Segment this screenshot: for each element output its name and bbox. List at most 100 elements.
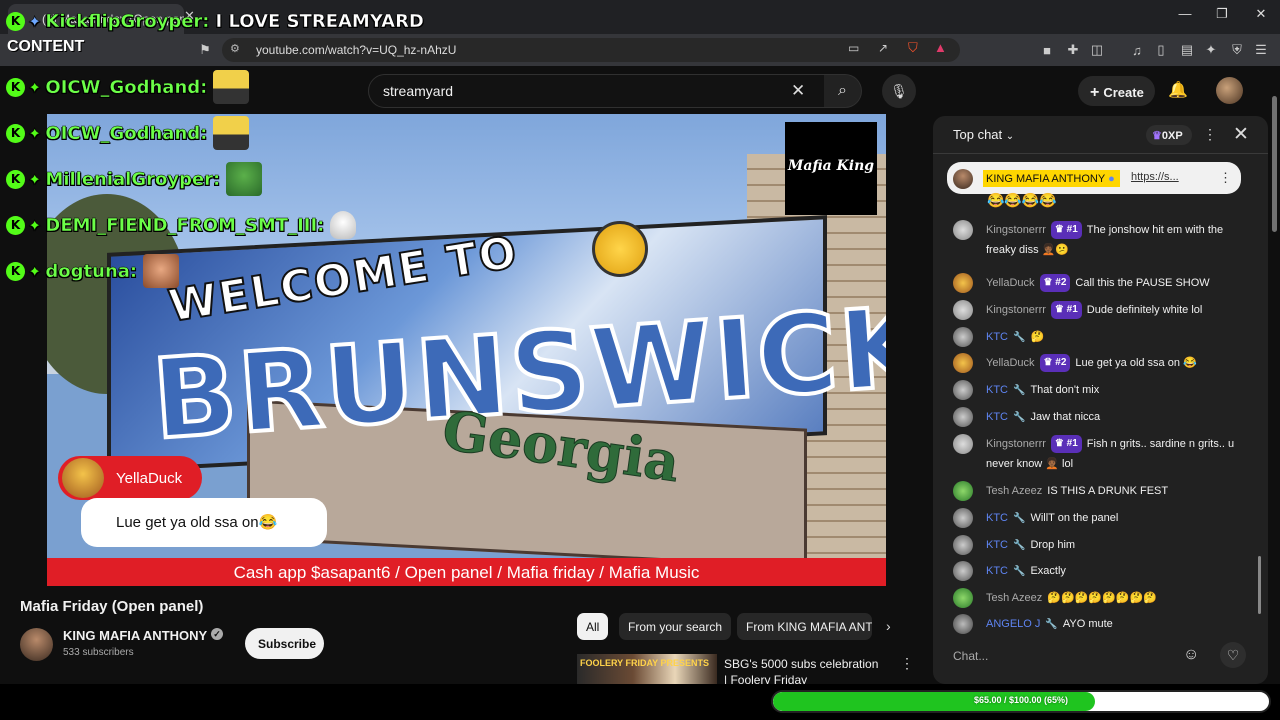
chat-mode-dropdown[interactable]: Top chat ⌄: [953, 127, 1014, 142]
chat-author[interactable]: YellaDuck: [986, 277, 1035, 289]
pinned-link[interactable]: https://s...: [1131, 171, 1179, 183]
gem-badge-icon: ✦: [28, 261, 42, 281]
heart-reaction-button[interactable]: ♡: [1220, 642, 1246, 668]
chat-author[interactable]: KTC: [986, 384, 1008, 396]
pinned-more-icon[interactable]: ⋮: [1219, 170, 1232, 186]
emoji-picker-icon[interactable]: ☺: [1183, 646, 1199, 664]
chat-input[interactable]: Chat...: [953, 646, 1205, 666]
chat-message[interactable]: KTC 🔧 That don't mix: [951, 380, 1251, 401]
minimize-icon[interactable]: —: [1170, 6, 1200, 21]
verified-icon: ●: [1108, 173, 1115, 185]
notifications-bell-icon[interactable]: 🔔: [1168, 80, 1188, 100]
rank-value: #1: [1066, 224, 1078, 236]
chat-author[interactable]: KTC: [986, 331, 1008, 343]
chat-author[interactable]: Kingstonerrr: [986, 304, 1046, 316]
chat-message[interactable]: KTC 🔧 Drop him: [951, 535, 1251, 556]
chat-message-body: KTC 🔧 Drop him: [986, 535, 1251, 556]
window-close-icon[interactable]: ✕: [1246, 6, 1276, 22]
chat-author[interactable]: ANGELO J: [986, 618, 1040, 630]
chat-avatar[interactable]: [953, 481, 973, 501]
extension-icon[interactable]: ■: [1036, 39, 1058, 61]
kick-badge-icon: K: [6, 123, 25, 143]
chat-message[interactable]: ANGELO J 🔧 AYO mute: [951, 614, 1251, 635]
chat-avatar[interactable]: [953, 327, 973, 347]
crown-icon: ♛: [1054, 224, 1067, 236]
chat-more-icon[interactable]: ⋮: [1203, 126, 1217, 143]
brave-shield-icon[interactable]: ⛉: [908, 40, 918, 56]
chat-author[interactable]: Kingstonerrr: [986, 224, 1046, 236]
rank-value: #1: [1066, 304, 1078, 316]
chat-avatar[interactable]: [953, 588, 973, 608]
chat-avatar[interactable]: [953, 220, 973, 240]
chat-author[interactable]: KTC: [986, 565, 1008, 577]
chat-author[interactable]: KTC: [986, 512, 1008, 524]
search-input[interactable]: streamyard ✕: [368, 74, 826, 108]
search-button[interactable]: ⌕: [824, 74, 862, 108]
chat-close-icon[interactable]: ✕: [1233, 123, 1249, 146]
chat-message[interactable]: Tesh Azeez 🤔🤔🤔🤔🤔🤔🤔🤔: [951, 588, 1251, 608]
chat-avatar[interactable]: [953, 300, 973, 320]
chat-avatar[interactable]: [953, 508, 973, 528]
screenshot-icon[interactable]: ◫: [1086, 39, 1108, 61]
subscribe-button[interactable]: Subscribe: [245, 628, 324, 659]
bookmark-icon[interactable]: ⚑: [194, 39, 216, 61]
create-button[interactable]: + Create: [1078, 76, 1155, 106]
chat-author[interactable]: YellaDuck: [986, 357, 1035, 369]
cast-icon[interactable]: ▭: [848, 41, 859, 55]
chip-from-search[interactable]: From your search: [619, 613, 732, 640]
chip-all[interactable]: All: [577, 613, 609, 640]
address-bar[interactable]: ⚙ youtube.com/watch?v=UQ_hz-nAhzU ▭ ↗ ⛉ …: [222, 38, 960, 62]
sidebar-icon[interactable]: ▯: [1150, 39, 1172, 61]
chat-avatar[interactable]: [953, 407, 973, 427]
channel-name[interactable]: KING MAFIA ANTHONY: [63, 628, 207, 643]
brave-rewards-icon[interactable]: ▲: [934, 40, 947, 55]
chat-message[interactable]: Kingstonerrr ♛ #1 Fish n grits.. sardine n…: [951, 434, 1251, 474]
menu-icon[interactable]: ☰: [1250, 39, 1272, 61]
wallet-icon[interactable]: ▤: [1176, 39, 1198, 61]
chat-message[interactable]: KTC 🔧 WillT on the panel: [951, 508, 1251, 529]
account-avatar[interactable]: [1216, 77, 1243, 104]
chip-from-channel[interactable]: From KING MAFIA ANT: [737, 613, 872, 640]
xp-badge[interactable]: ♛0XP: [1146, 125, 1192, 145]
chat-message[interactable]: Kingstonerrr ♛ #1 Dude definitely white lo…: [951, 300, 1251, 320]
pinned-message[interactable]: KING MAFIA ANTHONY ● https://s... ⋮: [947, 162, 1241, 194]
chat-message[interactable]: KTC 🔧 Exactly: [951, 561, 1251, 582]
vpn-icon[interactable]: ⛨: [1226, 39, 1248, 61]
chat-author[interactable]: Kingstonerrr: [986, 438, 1046, 450]
channel-avatar[interactable]: [20, 628, 53, 661]
chat-avatar[interactable]: [953, 434, 973, 454]
chat-avatar[interactable]: [953, 561, 973, 581]
chat-avatar[interactable]: [953, 614, 973, 634]
chat-avatar[interactable]: [953, 535, 973, 555]
chat-message[interactable]: KTC 🔧 🤔: [951, 327, 1251, 348]
chat-message[interactable]: Tesh Azeez IS THIS A DRUNK FEST: [951, 481, 1251, 501]
voice-search-button[interactable]: 🎙: [882, 74, 916, 108]
chat-text: Dude definitely white lol: [1086, 304, 1203, 316]
chat-scrollbar[interactable]: [1258, 556, 1261, 614]
page-scrollbar[interactable]: [1272, 96, 1277, 232]
chat-avatar[interactable]: [953, 380, 973, 400]
chat-message[interactable]: YellaDuck ♛ #2 Lue get ya old ssa on 😂: [951, 353, 1251, 373]
leo-ai-icon[interactable]: ✦: [1200, 39, 1222, 61]
chat-author[interactable]: Tesh Azeez: [986, 592, 1042, 604]
chat-author[interactable]: KTC: [986, 411, 1008, 423]
overlay-message: I LOVE STREAMYARD: [215, 10, 424, 32]
chevron-right-icon[interactable]: ›: [886, 618, 891, 634]
chat-message[interactable]: Kingstonerrr ♛ #1 The jonshow hit em with …: [951, 220, 1251, 260]
clear-search-icon[interactable]: ✕: [791, 81, 805, 101]
maximize-icon[interactable]: ❐: [1207, 6, 1237, 22]
chat-message[interactable]: YellaDuck ♛ #2 Call this the PAUSE SHOW: [951, 273, 1251, 293]
chat-message[interactable]: KTC 🔧 Jaw that nicca: [951, 407, 1251, 428]
overlay-username: OICW_Godhand:: [45, 76, 208, 98]
share-icon[interactable]: ↗: [878, 41, 888, 55]
chat-author[interactable]: KTC: [986, 539, 1008, 551]
media-icon[interactable]: ♫: [1126, 39, 1148, 61]
chat-author[interactable]: Tesh Azeez: [986, 485, 1042, 497]
recommendation-thumbnail[interactable]: FOOLERY FRIDAY PRESENTS: [577, 654, 717, 684]
more-vert-icon[interactable]: ⋮: [900, 655, 914, 672]
chat-avatar[interactable]: [953, 273, 973, 293]
recommendation-title[interactable]: SBG's 5000 subs celebration | Foolery Fr…: [724, 656, 884, 684]
site-info-icon[interactable]: ⚙: [230, 42, 240, 55]
extensions-puzzle-icon[interactable]: ✚: [1062, 39, 1084, 61]
chat-avatar[interactable]: [953, 353, 973, 373]
